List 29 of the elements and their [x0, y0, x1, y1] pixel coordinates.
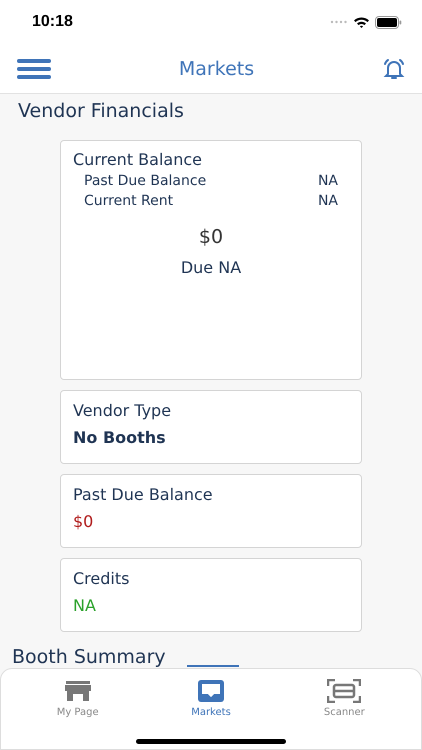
menu-icon[interactable]: [17, 58, 51, 78]
tab[interactable]: Scanner: [294, 679, 394, 718]
card-title: Past Due Balance: [73, 485, 214, 504]
bell-icon[interactable]: [382, 58, 406, 80]
card-title: Vendor Type: [73, 401, 172, 420]
balance-value: NA: [318, 193, 338, 209]
card-title: Current Balance: [73, 150, 203, 169]
balance-label: Past Due Balance: [84, 173, 206, 189]
wifi-icon: [353, 16, 370, 28]
inbox-icon: [198, 679, 224, 703]
card-value: No Booths: [73, 428, 167, 447]
battery-icon: [375, 16, 402, 28]
screen-title: Markets: [178, 58, 254, 80]
section-underline: [187, 665, 239, 667]
balance-value: NA: [318, 173, 338, 189]
due-text: Due NA: [180, 258, 242, 277]
balance-amount: $0: [198, 226, 224, 248]
card-value: $0: [73, 512, 94, 531]
tab[interactable]: My Page: [28, 679, 128, 718]
balance-label: Current Rent: [84, 193, 174, 209]
card-value: NA: [73, 596, 97, 615]
store-icon: [64, 679, 91, 703]
signal-icon: [330, 19, 348, 25]
tab[interactable]: Markets: [160, 679, 261, 718]
status-time: 10:18: [32, 13, 73, 31]
section-title: Vendor Financials: [18, 100, 184, 124]
card-title: Credits: [73, 569, 130, 588]
section-title: Booth Summary: [12, 646, 166, 668]
scanner-icon: [327, 679, 362, 703]
